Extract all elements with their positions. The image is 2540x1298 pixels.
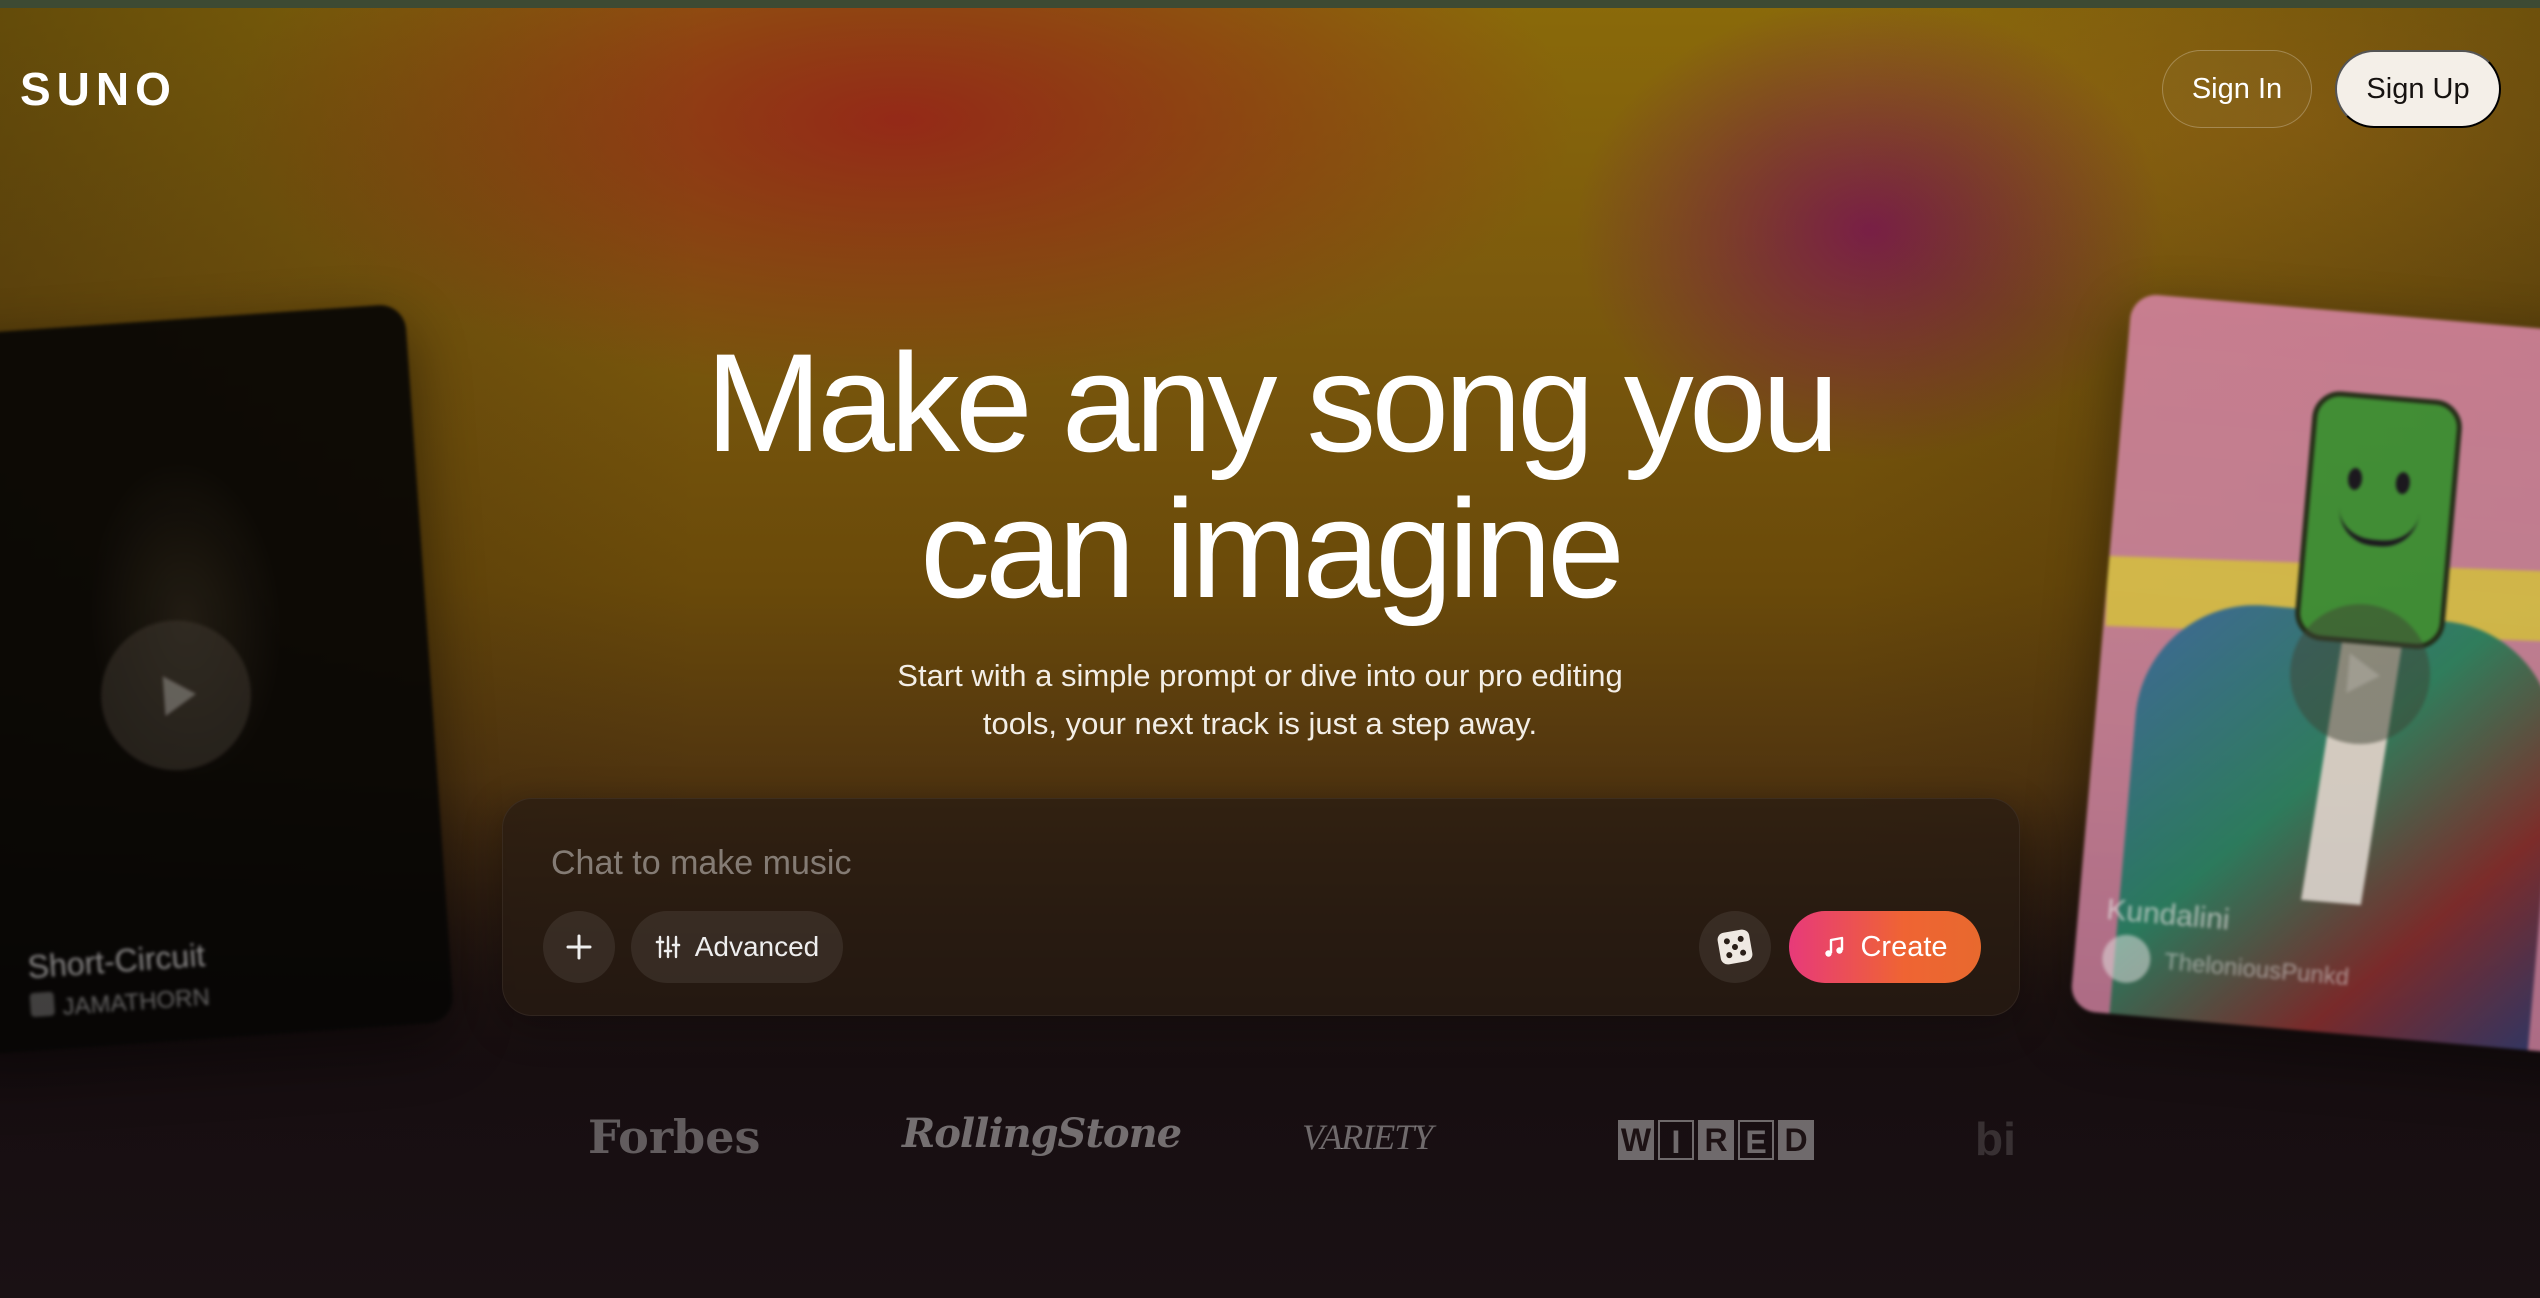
prompt-box: Advanced Create	[502, 798, 2020, 1016]
chat-input[interactable]	[549, 837, 1753, 889]
hero-subtitle-line-2: tools, your next track is just a step aw…	[982, 706, 1538, 741]
play-button[interactable]	[96, 615, 257, 776]
billboard-logo: bi	[1975, 1113, 2016, 1165]
create-button[interactable]: Create	[1789, 911, 1981, 983]
variety-logo: VARIETY	[1302, 1117, 1433, 1157]
play-icon	[2346, 653, 2382, 696]
suno-logo[interactable]: SUNO	[20, 62, 177, 116]
hero-subtitle-line-1: Start with a simple prompt or dive into …	[897, 658, 1623, 693]
hero-subtitle: Start with a simple prompt or dive into …	[820, 652, 1700, 748]
artist-avatar	[29, 991, 56, 1018]
hero-title-line-2: can imagine	[920, 470, 1625, 627]
sign-up-button[interactable]: Sign Up	[2335, 50, 2501, 128]
song-title: Short-Circuit	[26, 936, 207, 986]
add-button[interactable]	[543, 911, 615, 983]
hero-title-line-1: Make any song you	[705, 324, 1839, 481]
create-label: Create	[1860, 930, 1948, 963]
play-icon	[162, 673, 198, 717]
rolling-stone-logo: RollingStone	[902, 1110, 1182, 1157]
advanced-label: Advanced	[694, 931, 820, 962]
random-button[interactable]	[1699, 911, 1771, 983]
top-border	[0, 0, 2540, 8]
dice-icon	[1716, 928, 1754, 966]
sign-in-button[interactable]: Sign In	[2162, 50, 2312, 128]
advanced-button[interactable]: Advanced	[631, 911, 843, 983]
music-note-icon	[1825, 936, 1844, 957]
plus-icon	[566, 934, 592, 960]
forbes-logo: Forbes	[588, 1110, 761, 1164]
wired-logo: W I R E D	[1618, 1120, 1814, 1160]
sliders-icon	[655, 935, 681, 959]
song-artist: JAMATHORN	[61, 983, 211, 1021]
hero-title: Make any song you can imagine	[0, 330, 2540, 622]
